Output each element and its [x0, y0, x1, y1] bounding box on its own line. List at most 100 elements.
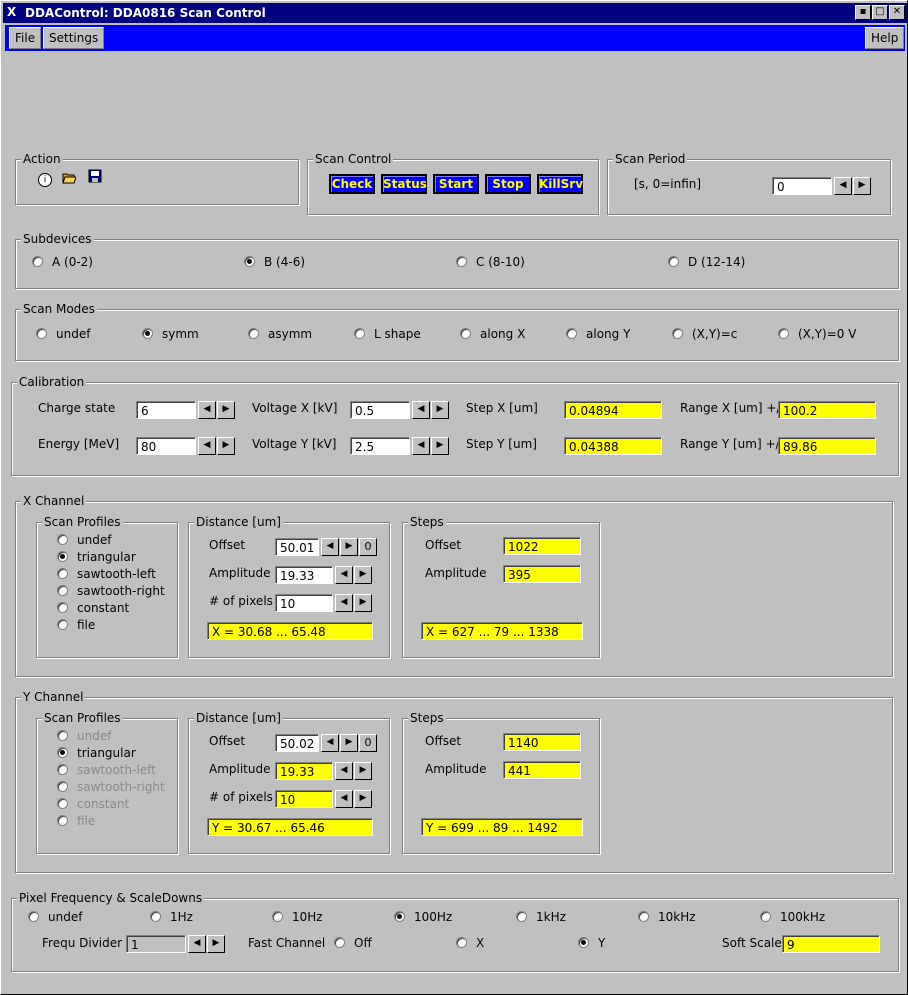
x-profile-undef-radio[interactable] — [57, 534, 68, 545]
x-amplitude-increment[interactable]: ▶ — [354, 566, 372, 584]
voltage-x-decrement[interactable]: ◀ — [412, 401, 430, 419]
energy-decrement[interactable]: ◀ — [198, 437, 216, 455]
y-amplitude-input[interactable]: 19.33 — [275, 762, 333, 780]
status-button[interactable]: Status — [381, 174, 427, 194]
fast-channel-label: Fast Channel — [248, 936, 326, 950]
killsrv-button[interactable]: KillSrv — [537, 174, 583, 194]
y-distance-range: Y = 30.67 ... 65.46 — [207, 818, 373, 836]
y-amplitude-decrement[interactable]: ◀ — [335, 762, 353, 780]
x-profile-sawtooth-right-radio[interactable] — [57, 585, 68, 596]
energy-increment[interactable]: ▶ — [217, 437, 235, 455]
freq-100hz-radio[interactable] — [394, 911, 405, 922]
maximize-button[interactable]: □ — [872, 5, 888, 20]
info-icon[interactable]: i — [38, 173, 52, 187]
fast-channel-y-radio[interactable] — [578, 937, 589, 948]
charge-state-input[interactable]: 6 — [136, 401, 196, 419]
voltage-y-increment[interactable]: ▶ — [431, 437, 449, 455]
frequ-divider-increment[interactable]: ▶ — [207, 935, 225, 953]
freq-1khz-radio[interactable] — [516, 911, 527, 922]
pixel-frequency-group: Pixel Frequency & ScaleDowns undef 1Hz 10H… — [11, 891, 899, 972]
scan-mode-x-y-0-v-radio[interactable] — [778, 328, 789, 339]
y-pixels-increment[interactable]: ▶ — [354, 790, 372, 808]
charge-state-decrement[interactable]: ◀ — [198, 401, 216, 419]
scan-control-group: Scan Control Check Status Start Stop Kil… — [307, 152, 599, 215]
menu-file[interactable]: File — [9, 27, 42, 49]
freq-1hz-radio[interactable] — [150, 911, 161, 922]
voltage-x-increment[interactable]: ▶ — [431, 401, 449, 419]
freq-undef-radio[interactable] — [28, 911, 39, 922]
x-profile-sawtooth-left-radio[interactable] — [57, 568, 68, 579]
scan-mode-along-y-radio[interactable] — [566, 328, 577, 339]
x-pixels-decrement[interactable]: ◀ — [335, 594, 353, 612]
save-icon[interactable] — [88, 169, 102, 183]
scan-control-label: Scan Control — [313, 152, 394, 166]
subdevice-b-label: B (4-6) — [264, 255, 306, 269]
x-scan-profiles-label: Scan Profiles — [42, 515, 123, 529]
y-offset-increment[interactable]: ▶ — [340, 734, 358, 752]
x-profile-triangular-radio[interactable] — [57, 551, 68, 562]
x-amplitude-input[interactable]: 19.33 — [275, 566, 333, 584]
y-profile-file-radio — [57, 815, 68, 826]
x-amplitude-decrement[interactable]: ◀ — [335, 566, 353, 584]
voltage-y-decrement[interactable]: ◀ — [412, 437, 430, 455]
action-label: Action — [21, 152, 63, 166]
y-offset-input[interactable]: 50.02 — [275, 734, 319, 752]
x-profile-constant-radio[interactable] — [57, 602, 68, 613]
minimize-button[interactable]: ▪ — [855, 5, 871, 20]
scan-mode-symm-radio[interactable] — [142, 328, 153, 339]
y-pixels-input[interactable]: 10 — [275, 790, 333, 808]
voltage-x-input[interactable]: 0.5 — [350, 401, 410, 419]
scan-period-decrement[interactable]: ◀ — [834, 177, 852, 195]
start-button[interactable]: Start — [433, 174, 479, 194]
x-offset-zero-button[interactable]: 0 — [359, 538, 377, 556]
range-y-value: 89.86 — [778, 437, 876, 455]
scan-mode-asymm-label: asymm — [268, 327, 313, 341]
voltage-x-label: Voltage X [kV] — [252, 401, 338, 415]
open-folder-icon[interactable] — [62, 170, 77, 184]
scan-mode-asymm-radio[interactable] — [248, 328, 259, 339]
title-bar[interactable]: X DDAControl: DDA0816 Scan Control ▪ □ ✕ — [3, 3, 907, 23]
x-offset-label: Offset — [209, 538, 246, 552]
menu-help[interactable]: Help — [865, 27, 905, 49]
x-window-icon: X — [7, 5, 17, 19]
scan-mode-l-shape-radio[interactable] — [354, 328, 365, 339]
x-profile-file-label: file — [77, 618, 96, 632]
menu-settings[interactable]: Settings — [43, 27, 105, 49]
y-distance-label: Distance [um] — [194, 711, 283, 725]
charge-state-increment[interactable]: ▶ — [217, 401, 235, 419]
y-offset-zero-button[interactable]: 0 — [359, 734, 377, 752]
scan-period-input[interactable]: 0 — [772, 177, 832, 195]
subdevice-d-radio[interactable] — [668, 256, 679, 267]
scan-mode-undef-label: undef — [56, 327, 91, 341]
x-profile-file-radio[interactable] — [57, 619, 68, 630]
close-button[interactable]: ✕ — [889, 5, 905, 20]
frequ-divider-decrement[interactable]: ◀ — [188, 935, 206, 953]
frequ-divider-input[interactable]: 1 — [126, 935, 186, 953]
freq-100khz-radio[interactable] — [760, 911, 771, 922]
y-offset-decrement[interactable]: ◀ — [321, 734, 339, 752]
y-profile-triangular-radio[interactable] — [57, 747, 68, 758]
scan-period-increment[interactable]: ▶ — [853, 177, 871, 195]
y-pixels-decrement[interactable]: ◀ — [335, 790, 353, 808]
subdevice-b-radio[interactable] — [244, 256, 255, 267]
x-offset-increment[interactable]: ▶ — [340, 538, 358, 556]
y-amplitude-increment[interactable]: ▶ — [354, 762, 372, 780]
subdevice-c-radio[interactable] — [456, 256, 467, 267]
freq-10khz-radio[interactable] — [638, 911, 649, 922]
subdevice-a-radio[interactable] — [32, 256, 43, 267]
scan-mode-along-x-radio[interactable] — [460, 328, 471, 339]
x-pixels-increment[interactable]: ▶ — [354, 594, 372, 612]
x-offset-decrement[interactable]: ◀ — [321, 538, 339, 556]
x-offset-input[interactable]: 50.01 — [275, 538, 319, 556]
freq-10hz-radio[interactable] — [272, 911, 283, 922]
scan-mode-x-y-c-radio[interactable] — [672, 328, 683, 339]
fast-channel-x-radio[interactable] — [456, 937, 467, 948]
check-button[interactable]: Check — [329, 174, 375, 194]
scan-mode-undef-radio[interactable] — [36, 328, 47, 339]
energy-input[interactable]: 80 — [136, 437, 196, 455]
x-pixels-input[interactable]: 10 — [275, 594, 333, 612]
voltage-y-input[interactable]: 2.5 — [350, 437, 410, 455]
soft-scale-value[interactable]: 9 — [782, 935, 880, 953]
fast-channel-off-radio[interactable] — [334, 937, 345, 948]
stop-button[interactable]: Stop — [485, 174, 531, 194]
